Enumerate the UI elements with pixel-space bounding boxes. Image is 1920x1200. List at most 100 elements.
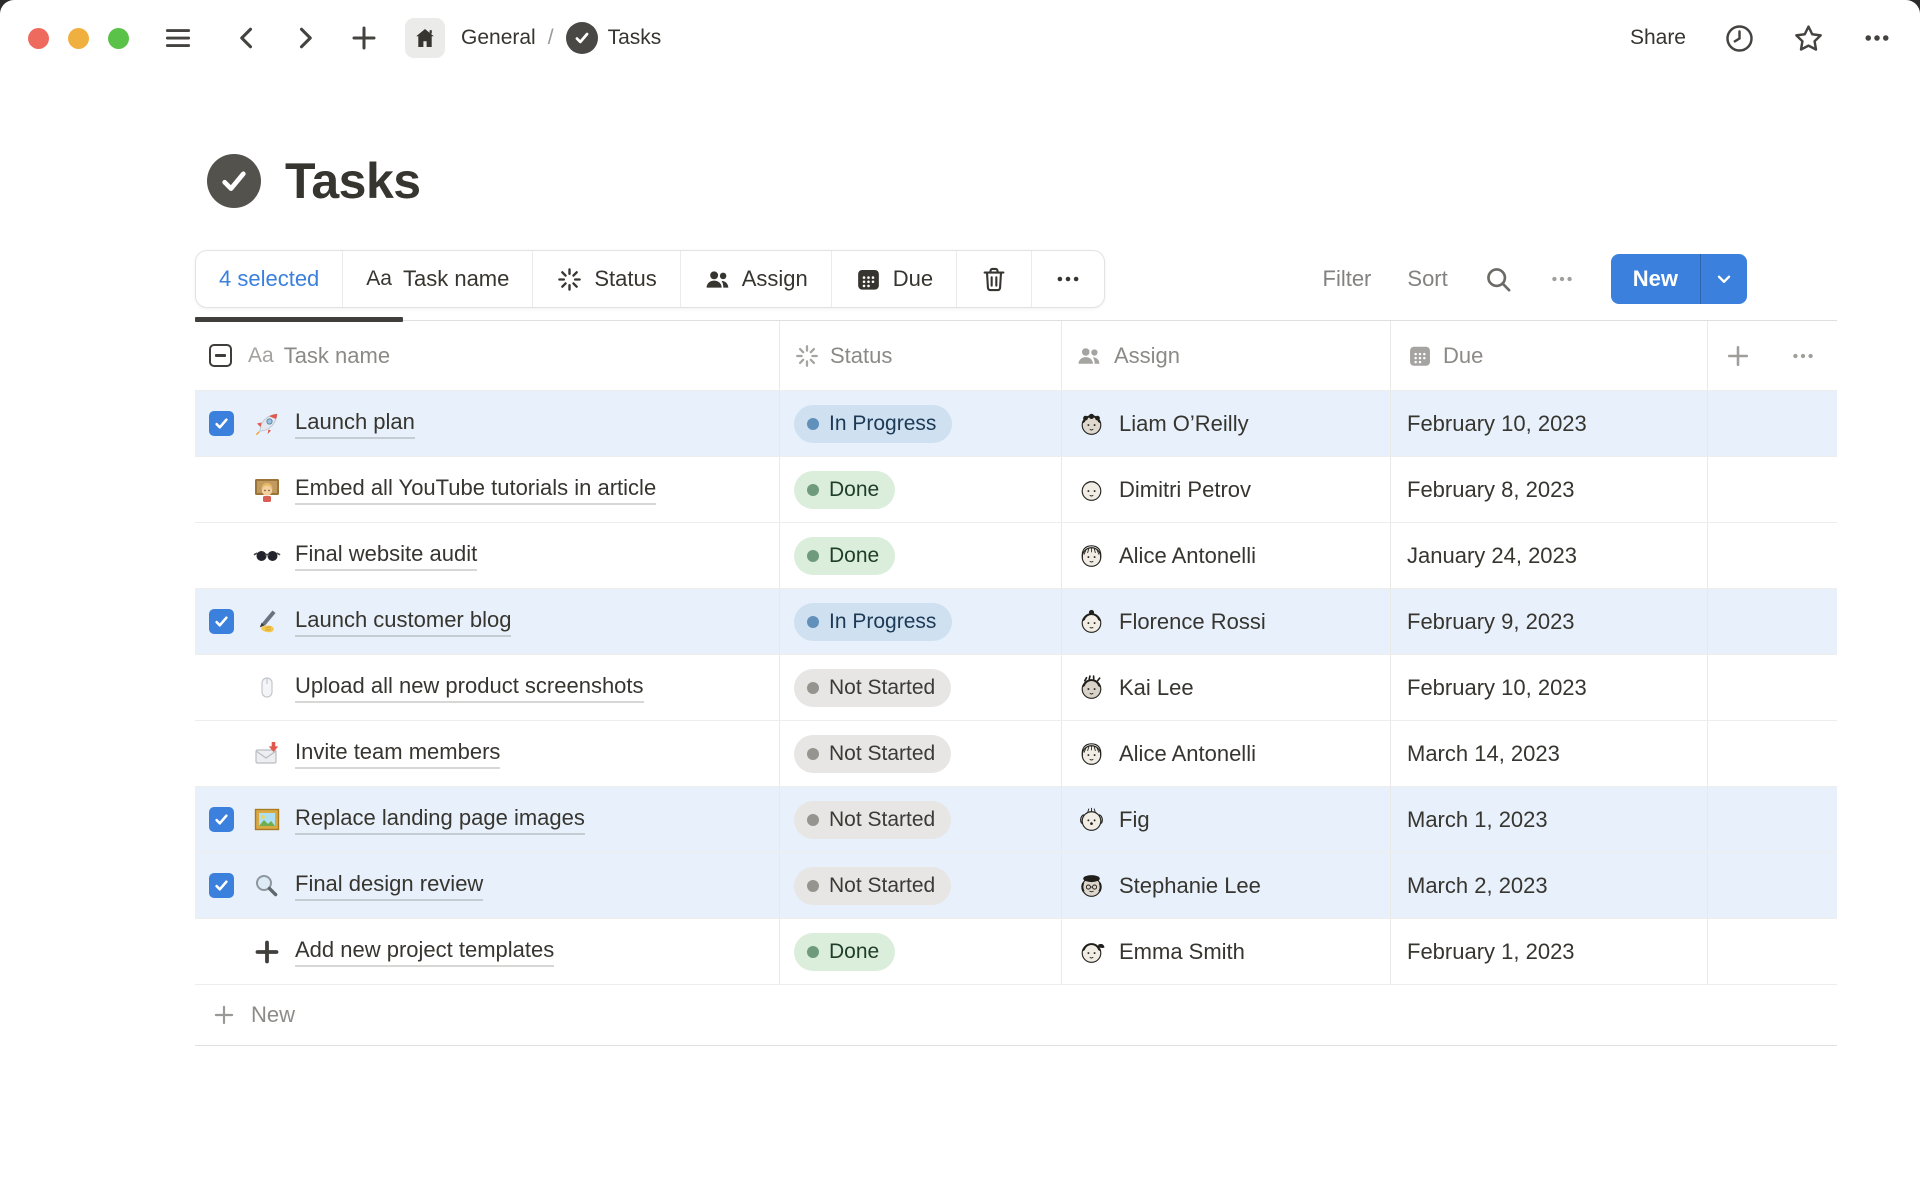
minimize-window-button[interactable]	[68, 28, 89, 49]
new-button-label[interactable]: New	[1611, 254, 1700, 304]
breadcrumb-workspace[interactable]: General	[461, 26, 536, 50]
table-row[interactable]: Embed all YouTube tutorials in article D…	[195, 456, 1837, 522]
task-cell[interactable]: Embed all YouTube tutorials in article	[195, 457, 780, 522]
assignee-cell[interactable]: Liam O’Reilly	[1062, 391, 1391, 456]
zoom-window-button[interactable]	[108, 28, 129, 49]
row-checkbox[interactable]	[209, 807, 234, 832]
header-status[interactable]: Status	[780, 321, 1062, 390]
task-cell[interactable]: Invite team members	[195, 721, 780, 786]
due-cell[interactable]: February 9, 2023	[1391, 589, 1708, 654]
task-title-link[interactable]: Upload all new product screenshots	[295, 673, 644, 703]
back-icon[interactable]	[233, 24, 261, 52]
header-assign[interactable]: Assign	[1062, 321, 1391, 390]
task-cell[interactable]: Launch customer blog	[195, 589, 780, 654]
forward-icon[interactable]	[291, 24, 319, 52]
sort-button[interactable]: Sort	[1407, 266, 1447, 292]
task-title-link[interactable]: Final website audit	[295, 541, 477, 571]
due-cell[interactable]: March 1, 2023	[1391, 787, 1708, 852]
task-cell[interactable]: Upload all new product screenshots	[195, 655, 780, 720]
assignee-cell[interactable]: Alice Antonelli	[1062, 721, 1391, 786]
due-cell[interactable]: March 14, 2023	[1391, 721, 1708, 786]
delete-selected-button[interactable]	[957, 251, 1032, 307]
status-cell[interactable]: Not Started	[780, 853, 1062, 918]
status-cell[interactable]: Not Started	[780, 655, 1062, 720]
task-cell[interactable]: Final design review	[195, 853, 780, 918]
status-badge[interactable]: Done	[794, 933, 895, 971]
property-status-button[interactable]: Status	[533, 251, 680, 307]
row-checkbox-slot[interactable]	[209, 675, 234, 700]
assignee-cell[interactable]: Dimitri Petrov	[1062, 457, 1391, 522]
more-options-icon[interactable]	[1862, 23, 1892, 53]
filter-button[interactable]: Filter	[1323, 266, 1372, 292]
property-assign-button[interactable]: Assign	[681, 251, 832, 307]
due-cell[interactable]: March 2, 2023	[1391, 853, 1708, 918]
due-cell[interactable]: February 10, 2023	[1391, 391, 1708, 456]
row-checkbox[interactable]	[209, 609, 234, 634]
table-row[interactable]: Launch plan In Progress Liam O’Reilly Fe…	[195, 390, 1837, 456]
toolbar-more-icon[interactable]	[1032, 251, 1104, 307]
task-cell[interactable]: Replace landing page images	[195, 787, 780, 852]
new-button[interactable]: New	[1611, 254, 1747, 304]
table-row[interactable]: Replace landing page images Not Started …	[195, 786, 1837, 852]
status-badge[interactable]: Not Started	[794, 801, 951, 839]
page-icon-checkmark[interactable]	[207, 154, 261, 208]
table-row[interactable]: Upload all new product screenshots Not S…	[195, 654, 1837, 720]
task-title-link[interactable]: Invite team members	[295, 739, 500, 769]
due-cell[interactable]: January 24, 2023	[1391, 523, 1708, 588]
selected-count-button[interactable]: 4 selected	[196, 251, 343, 307]
row-checkbox-slot[interactable]	[209, 807, 234, 832]
status-cell[interactable]: In Progress	[780, 391, 1062, 456]
due-cell[interactable]: February 1, 2023	[1391, 919, 1708, 984]
task-cell[interactable]: Add new project templates	[195, 919, 780, 984]
due-cell[interactable]: February 8, 2023	[1391, 457, 1708, 522]
table-row[interactable]: Add new project templates Done Emma Smit…	[195, 918, 1837, 984]
status-cell[interactable]: Done	[780, 523, 1062, 588]
favorite-star-icon[interactable]	[1793, 23, 1824, 54]
history-clock-icon[interactable]	[1724, 23, 1755, 54]
assignee-cell[interactable]: Stephanie Lee	[1062, 853, 1391, 918]
task-title-link[interactable]: Add new project templates	[295, 937, 554, 967]
table-row[interactable]: Launch customer blog In Progress Florenc…	[195, 588, 1837, 654]
status-badge[interactable]: Done	[794, 537, 895, 575]
task-title-link[interactable]: Launch customer blog	[295, 607, 511, 637]
header-due[interactable]: Due	[1391, 321, 1708, 390]
status-cell[interactable]: In Progress	[780, 589, 1062, 654]
add-row-button[interactable]: New	[195, 984, 1837, 1046]
task-cell[interactable]: Final website audit	[195, 523, 780, 588]
status-badge[interactable]: Not Started	[794, 669, 951, 707]
add-column-icon[interactable]	[1724, 342, 1752, 370]
table-row[interactable]: Final website audit Done Alice Antonelli…	[195, 522, 1837, 588]
close-window-button[interactable]	[28, 28, 49, 49]
page-title[interactable]: Tasks	[285, 152, 421, 210]
row-checkbox[interactable]	[209, 873, 234, 898]
assignee-cell[interactable]: Florence Rossi	[1062, 589, 1391, 654]
property-due-button[interactable]: Due	[832, 251, 957, 307]
task-title-link[interactable]: Launch plan	[295, 409, 415, 439]
home-icon[interactable]	[405, 18, 445, 58]
status-cell[interactable]: Not Started	[780, 721, 1062, 786]
status-cell[interactable]: Done	[780, 457, 1062, 522]
assignee-cell[interactable]: Emma Smith	[1062, 919, 1391, 984]
view-more-icon[interactable]	[1549, 266, 1575, 292]
status-cell[interactable]: Done	[780, 919, 1062, 984]
task-title-link[interactable]: Embed all YouTube tutorials in article	[295, 475, 656, 505]
sidebar-menu-icon[interactable]	[163, 23, 193, 53]
table-row[interactable]: Invite team members Not Started Alice An…	[195, 720, 1837, 786]
share-button[interactable]: Share	[1630, 26, 1686, 50]
breadcrumb-page[interactable]: Tasks	[608, 26, 662, 50]
due-cell[interactable]: February 10, 2023	[1391, 655, 1708, 720]
row-checkbox-slot[interactable]	[209, 741, 234, 766]
row-checkbox-slot[interactable]	[209, 939, 234, 964]
search-icon[interactable]	[1484, 265, 1513, 294]
header-task-name[interactable]: Aa Task name	[195, 321, 780, 390]
row-checkbox-slot[interactable]	[209, 873, 234, 898]
table-more-icon[interactable]	[1790, 343, 1816, 369]
status-badge[interactable]: Done	[794, 471, 895, 509]
assignee-cell[interactable]: Fig	[1062, 787, 1391, 852]
status-badge[interactable]: Not Started	[794, 735, 951, 773]
property-task-name-button[interactable]: Aa Task name	[343, 251, 533, 307]
row-checkbox-slot[interactable]	[209, 543, 234, 568]
task-title-link[interactable]: Replace landing page images	[295, 805, 585, 835]
task-cell[interactable]: Launch plan	[195, 391, 780, 456]
status-badge[interactable]: Not Started	[794, 867, 951, 905]
